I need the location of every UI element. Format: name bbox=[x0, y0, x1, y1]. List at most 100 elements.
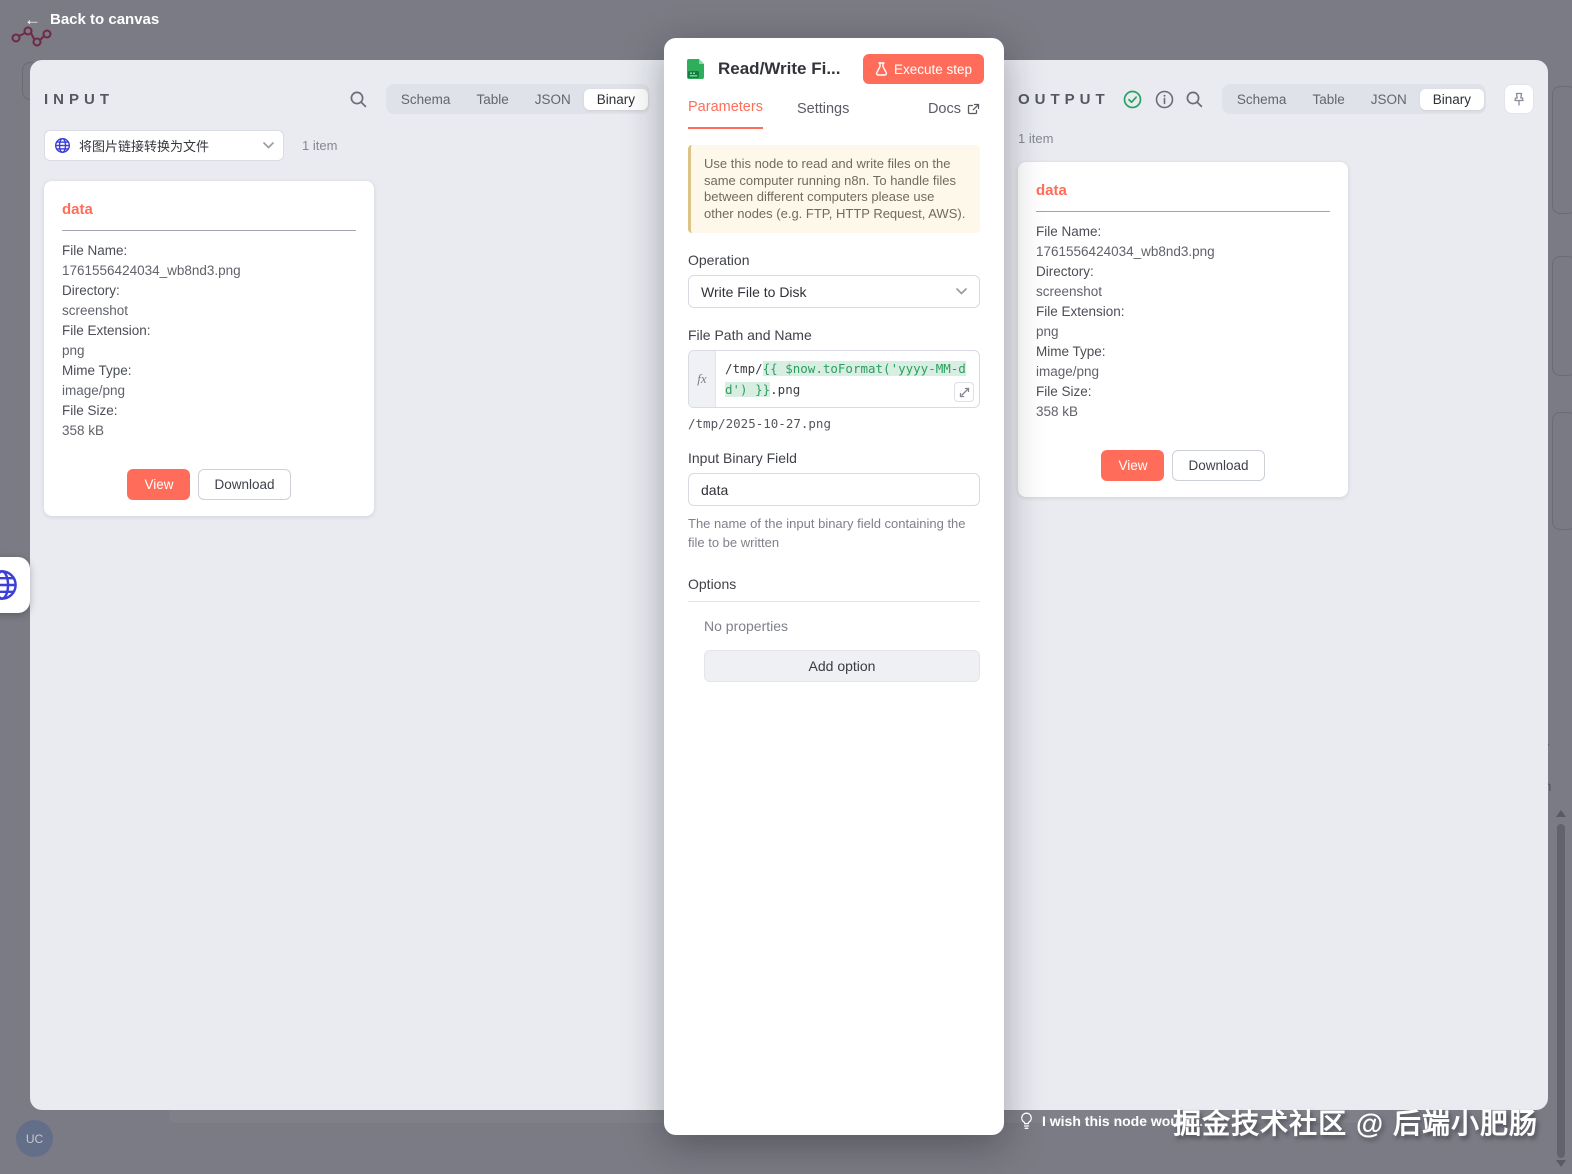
info-icon[interactable] bbox=[1155, 90, 1174, 109]
mime-type-label: Mime Type: bbox=[1036, 344, 1106, 359]
pin-data-button[interactable] bbox=[1504, 84, 1534, 114]
ndv-screen: ✓ em UC ← Back to canvas INPUT Schema Ta… bbox=[0, 0, 1572, 1174]
tab-binary[interactable]: Binary bbox=[1419, 88, 1484, 110]
operation-select[interactable]: Write File to Disk bbox=[688, 275, 980, 308]
file-name-value: 1761556424034_wb8nd3.png bbox=[1036, 244, 1215, 259]
divider bbox=[62, 230, 356, 231]
output-view-tabs: Schema Table JSON Binary bbox=[1221, 84, 1486, 114]
input-items-count: 1 item bbox=[302, 138, 338, 153]
expression-suffix: .png bbox=[770, 382, 801, 397]
scrollbar-down-arrow[interactable] bbox=[1556, 1160, 1566, 1167]
mime-type-value: image/png bbox=[62, 383, 126, 398]
lightbulb-icon bbox=[1021, 1112, 1032, 1129]
operation-value: Write File to Disk bbox=[701, 283, 807, 300]
avatar: UC bbox=[16, 1120, 53, 1157]
fx-icon: fx bbox=[689, 351, 716, 407]
mime-type-value: image/png bbox=[1036, 364, 1100, 379]
pin-icon bbox=[1514, 92, 1524, 105]
file-extension-label: File Extension: bbox=[1036, 304, 1125, 319]
execute-step-label: Execute step bbox=[893, 61, 972, 77]
download-button[interactable]: Download bbox=[198, 469, 291, 500]
scrollbar-thumb[interactable] bbox=[1557, 824, 1565, 1158]
output-panel: OUTPUT Schema Table JSON Binary 1 item d… bbox=[1004, 60, 1548, 1110]
view-button[interactable]: View bbox=[127, 469, 191, 500]
input-node-select-value: 将图片链接转换为文件 bbox=[79, 139, 210, 154]
ghost-canvas-node bbox=[1552, 86, 1572, 214]
directory-value: screenshot bbox=[1036, 284, 1103, 299]
input-view-tabs: Schema Table JSON Binary bbox=[385, 84, 650, 114]
directory-label: Directory: bbox=[62, 283, 120, 298]
input-node-select[interactable]: 将图片链接转换为文件 bbox=[44, 130, 284, 161]
ghost-canvas-node bbox=[1552, 412, 1572, 530]
tab-table[interactable]: Table bbox=[1299, 89, 1357, 110]
globe-icon bbox=[54, 137, 71, 154]
binary-field-name: data bbox=[62, 201, 93, 218]
scrollbar-up-arrow[interactable] bbox=[1556, 810, 1566, 817]
input-binary-field-help: The name of the input binary field conta… bbox=[688, 516, 966, 550]
tab-parameters[interactable]: Parameters bbox=[688, 99, 763, 129]
tab-json[interactable]: JSON bbox=[522, 89, 584, 110]
chevron-down-icon bbox=[263, 142, 274, 149]
tab-settings[interactable]: Settings bbox=[797, 101, 849, 129]
back-arrow-icon: ← bbox=[24, 10, 41, 29]
options-empty-text: No properties bbox=[704, 618, 789, 634]
directory-label: Directory: bbox=[1036, 264, 1094, 279]
node-settings-modal: Read/Write Fi... Execute step Parameters… bbox=[664, 38, 1004, 1135]
back-to-canvas-label: Back to canvas bbox=[50, 11, 160, 28]
file-path-label: File Path and Name bbox=[688, 327, 812, 343]
output-panel-title: OUTPUT bbox=[1018, 90, 1110, 108]
expression-result-preview: /tmp/2025-10-27.png bbox=[688, 416, 831, 431]
back-to-canvas-button[interactable]: ← Back to canvas bbox=[24, 11, 159, 28]
input-panel: INPUT Schema Table JSON Binary 将图片链接转换为文… bbox=[30, 60, 664, 1110]
operation-label: Operation bbox=[688, 252, 750, 268]
success-check-icon bbox=[1123, 90, 1142, 109]
expand-icon bbox=[959, 387, 969, 397]
file-path-expression-field[interactable]: fx /tmp/{{ $now.toFormat('yyyy-MM-dd') }… bbox=[688, 350, 980, 408]
tab-schema[interactable]: Schema bbox=[388, 89, 464, 110]
read-write-file-node-icon bbox=[687, 59, 704, 79]
file-name-label: File Name: bbox=[62, 243, 128, 258]
chevron-down-icon bbox=[956, 288, 967, 295]
tab-schema[interactable]: Schema bbox=[1224, 89, 1300, 110]
docs-label: Docs bbox=[927, 101, 961, 117]
directory-value: screenshot bbox=[62, 303, 129, 318]
search-icon[interactable] bbox=[1185, 90, 1204, 109]
ghost-canvas-node bbox=[1552, 256, 1572, 376]
node-title: Read/Write Fi... bbox=[718, 59, 841, 78]
input-binary-field-input[interactable] bbox=[688, 473, 980, 506]
file-size-label: File Size: bbox=[1036, 384, 1092, 399]
divider bbox=[1036, 211, 1330, 212]
open-expression-editor-button[interactable] bbox=[954, 382, 974, 402]
options-label: Options bbox=[688, 576, 980, 602]
input-panel-title: INPUT bbox=[44, 90, 114, 108]
tab-docs[interactable]: Docs bbox=[928, 101, 980, 129]
tab-json[interactable]: JSON bbox=[1358, 89, 1420, 110]
file-size-value: 358 kB bbox=[1036, 404, 1079, 419]
file-name-label: File Name: bbox=[1036, 224, 1102, 239]
external-link-icon bbox=[967, 103, 980, 114]
expression-prefix: /tmp/ bbox=[725, 361, 763, 376]
output-items-count: 1 item bbox=[1018, 131, 1054, 146]
download-button[interactable]: Download bbox=[1172, 450, 1265, 481]
flask-icon bbox=[875, 62, 888, 76]
tab-table[interactable]: Table bbox=[463, 89, 521, 110]
file-name-value: 1761556424034_wb8nd3.png bbox=[62, 263, 241, 278]
file-extension-value: png bbox=[1036, 324, 1059, 339]
execute-step-button[interactable]: Execute step bbox=[862, 54, 984, 84]
add-option-button[interactable]: Add option bbox=[704, 650, 980, 682]
watermark-text: 掘金技术社区 @ 后端小肥肠 bbox=[1173, 1108, 1538, 1139]
view-button[interactable]: View bbox=[1101, 450, 1165, 481]
search-icon[interactable] bbox=[349, 90, 368, 109]
input-node-chip[interactable] bbox=[0, 557, 30, 613]
binary-field-name: data bbox=[1036, 182, 1067, 199]
output-binary-card: data File Name: 1761556424034_wb8nd3.png… bbox=[1018, 162, 1348, 497]
file-size-value: 358 kB bbox=[62, 423, 105, 438]
node-notice: Use this node to read and write files on… bbox=[688, 145, 980, 233]
file-extension-value: png bbox=[62, 343, 85, 358]
file-extension-label: File Extension: bbox=[62, 323, 151, 338]
globe-icon bbox=[0, 570, 17, 600]
mime-type-label: Mime Type: bbox=[62, 363, 132, 378]
tab-binary[interactable]: Binary bbox=[583, 88, 648, 110]
input-binary-field-label: Input Binary Field bbox=[688, 450, 797, 466]
file-size-label: File Size: bbox=[62, 403, 118, 418]
